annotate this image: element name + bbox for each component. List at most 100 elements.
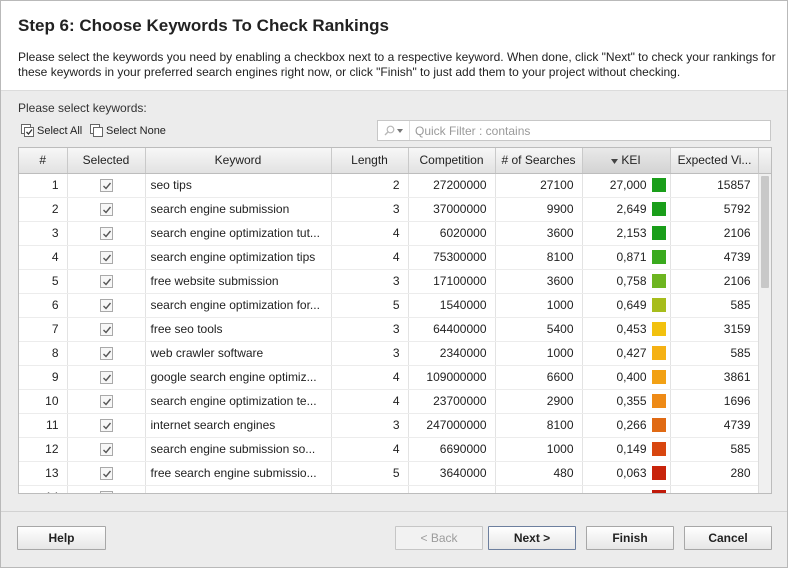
finish-button[interactable]: Finish <box>586 526 674 550</box>
checkmark-icon <box>102 278 111 286</box>
row-number: 13 <box>19 461 68 486</box>
keyword-checkbox[interactable] <box>99 347 113 361</box>
length-cell: 4 <box>331 365 409 390</box>
table-row[interactable]: 8 web crawler software 3 2340000 1000 0,427 58… <box>19 341 760 366</box>
quick-filter-input[interactable] <box>410 123 760 138</box>
column-header-selected[interactable]: Selected <box>67 148 146 174</box>
checkmark-icon <box>102 182 111 190</box>
kei-cell: 2,153 <box>582 221 671 246</box>
table-row[interactable]: 1 seo tips 2 27200000 27100 27,000 15857 <box>19 173 760 198</box>
column-header-length[interactable]: Length <box>331 148 409 174</box>
column-header-keyword[interactable]: Keyword <box>145 148 332 174</box>
table-row[interactable]: 11 internet search engines 3 247000000 8100 0… <box>19 413 760 438</box>
keyword-checkbox[interactable] <box>99 443 113 457</box>
length-cell: 4 <box>331 221 409 246</box>
column-header-kei[interactable]: KEI <box>582 148 671 174</box>
kei-color-swatch <box>651 226 666 240</box>
table-row[interactable]: 14 <box>19 485 760 493</box>
kei-value: 0,453 <box>616 322 647 336</box>
select-all-label: Select All <box>37 124 83 137</box>
column-header-expected-visits[interactable]: Expected Vi... <box>670 148 760 174</box>
table-row[interactable]: 12 search engine submission so... 4 6690000… <box>19 437 760 462</box>
keyword-checkbox[interactable] <box>99 395 113 409</box>
row-number: 6 <box>19 293 68 318</box>
keyword-cell: search engine optimization tut... <box>145 221 332 246</box>
expected-visits-cell: 2106 <box>670 269 760 294</box>
competition-cell: 17100000 <box>408 269 496 294</box>
table-row[interactable]: 9 google search engine optimiz... 4 1090000… <box>19 365 760 390</box>
competition-cell: 23700000 <box>408 389 496 414</box>
selected-cell <box>67 341 146 366</box>
select-all-icon <box>21 124 34 137</box>
selected-cell <box>67 173 146 198</box>
column-header-competition[interactable]: Competition <box>408 148 496 174</box>
quick-filter <box>377 120 771 141</box>
keyword-cell: search engine submission <box>145 197 332 222</box>
keyword-checkbox[interactable] <box>99 203 113 217</box>
selected-cell <box>67 437 146 462</box>
wizard-header: Step 6: Choose Keywords To Check Ranking… <box>1 1 787 91</box>
row-number: 9 <box>19 365 68 390</box>
kei-color-swatch <box>651 442 666 456</box>
searches-cell: 8100 <box>495 245 583 270</box>
kei-cell: 0,871 <box>582 245 671 270</box>
checkmark-icon <box>102 398 111 406</box>
expected-visits-cell <box>670 485 760 493</box>
column-header-searches[interactable]: # of Searches <box>495 148 583 174</box>
table-row[interactable]: 10 search engine optimization te... 4 23700… <box>19 389 760 414</box>
cancel-button[interactable]: Cancel <box>684 526 772 550</box>
keyword-checkbox[interactable] <box>99 299 113 313</box>
table-row[interactable]: 4 search engine optimization tips 4 7530000… <box>19 245 760 270</box>
keyword-checkbox[interactable] <box>99 179 113 193</box>
expected-visits-cell: 585 <box>670 341 760 366</box>
kei-value: 2,153 <box>616 226 647 240</box>
keyword-checkbox[interactable] <box>99 251 113 265</box>
expected-visits-cell: 280 <box>670 461 760 486</box>
filter-options-button[interactable] <box>378 121 410 140</box>
table-row[interactable]: 6 search engine optimization for... 5 15400… <box>19 293 760 318</box>
keyword-cell: free seo tools <box>145 317 332 342</box>
kei-color-swatch <box>651 466 666 480</box>
table-row[interactable]: 7 free seo tools 3 64400000 5400 0,453 3159 <box>19 317 760 342</box>
length-cell: 3 <box>331 269 409 294</box>
table-row[interactable]: 3 search engine optimization tut... 4 60200… <box>19 221 760 246</box>
kei-cell: 0,758 <box>582 269 671 294</box>
header-corner <box>758 148 771 174</box>
select-all-button[interactable]: Select All <box>21 124 82 137</box>
next-button[interactable]: Next > <box>488 526 576 550</box>
row-number: 4 <box>19 245 68 270</box>
table-row[interactable]: 2 search engine submission 3 37000000 9900 2,… <box>19 197 760 222</box>
table-row[interactable]: 5 free website submission 3 17100000 3600 0,7… <box>19 269 760 294</box>
vertical-scrollbar[interactable] <box>758 174 771 493</box>
kei-color-swatch <box>651 178 666 192</box>
selected-cell <box>67 197 146 222</box>
keyword-cell: search engine submission so... <box>145 437 332 462</box>
checkmark-icon <box>102 422 111 430</box>
expected-visits-cell: 1696 <box>670 389 760 414</box>
select-none-button[interactable]: Select None <box>90 124 166 137</box>
kei-value: 0,871 <box>616 250 647 264</box>
searches-cell: 1000 <box>495 293 583 318</box>
selected-cell <box>67 269 146 294</box>
kei-cell: 0,355 <box>582 389 671 414</box>
column-header-number[interactable]: # <box>19 148 68 174</box>
back-button[interactable]: < Back <box>395 526 483 550</box>
scrollbar-thumb[interactable] <box>761 176 769 288</box>
keyword-checkbox[interactable] <box>99 491 113 493</box>
keyword-checkbox[interactable] <box>99 323 113 337</box>
table-row[interactable]: 13 free search engine submissio... 5 364000… <box>19 461 760 486</box>
checkmark-icon <box>102 446 111 454</box>
competition-cell: 1540000 <box>408 293 496 318</box>
kei-cell: 0,453 <box>582 317 671 342</box>
help-button[interactable]: Help <box>17 526 106 550</box>
keywords-table: # Selected Keyword Length Competition # … <box>18 147 772 494</box>
keyword-checkbox[interactable] <box>99 227 113 241</box>
select-none-icon <box>90 124 103 137</box>
keyword-checkbox[interactable] <box>99 419 113 433</box>
keyword-checkbox[interactable] <box>99 371 113 385</box>
kei-value: 27,000 <box>609 178 647 192</box>
row-number: 2 <box>19 197 68 222</box>
expected-visits-cell: 585 <box>670 437 760 462</box>
keyword-checkbox[interactable] <box>99 467 113 481</box>
keyword-checkbox[interactable] <box>99 275 113 289</box>
